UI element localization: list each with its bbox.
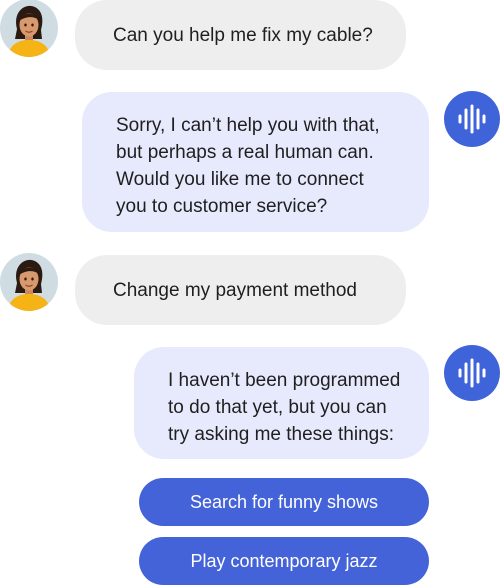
voice-waveform-icon [458, 104, 486, 134]
bot-message-bubble: I haven’t been programmed to do that yet… [134, 347, 429, 459]
voice-waveform-icon [458, 358, 486, 388]
message-line: Would you like me to connect [116, 169, 364, 190]
suggestion-search-funny-shows-button[interactable]: Search for funny shows [139, 478, 429, 526]
bot-avatar [444, 91, 500, 147]
woman-avatar-icon [8, 5, 50, 57]
message-line: to do that yet, but you can [168, 397, 387, 418]
message-line: Sorry, I can’t help you with that, [116, 115, 380, 136]
message-line: you to customer service? [116, 196, 328, 217]
suggestion-play-jazz-button[interactable]: Play contemporary jazz [139, 537, 429, 585]
message-text: Can you help me fix my cable? [113, 24, 373, 46]
bot-message-bubble: Sorry, I can’t help you with that, but p… [82, 92, 429, 232]
user-avatar [0, 253, 58, 311]
bot-avatar [444, 345, 500, 401]
user-message-bubble: Change my payment method [75, 255, 406, 325]
message-line: try asking me these things: [168, 424, 394, 445]
message-text: Change my payment method [113, 279, 357, 301]
user-message-bubble: Can you help me fix my cable? [75, 0, 406, 70]
user-avatar [0, 0, 58, 57]
woman-avatar-icon [8, 259, 50, 311]
message-line: I haven’t been programmed [168, 370, 401, 391]
message-line: but perhaps a real human can. [116, 142, 374, 163]
